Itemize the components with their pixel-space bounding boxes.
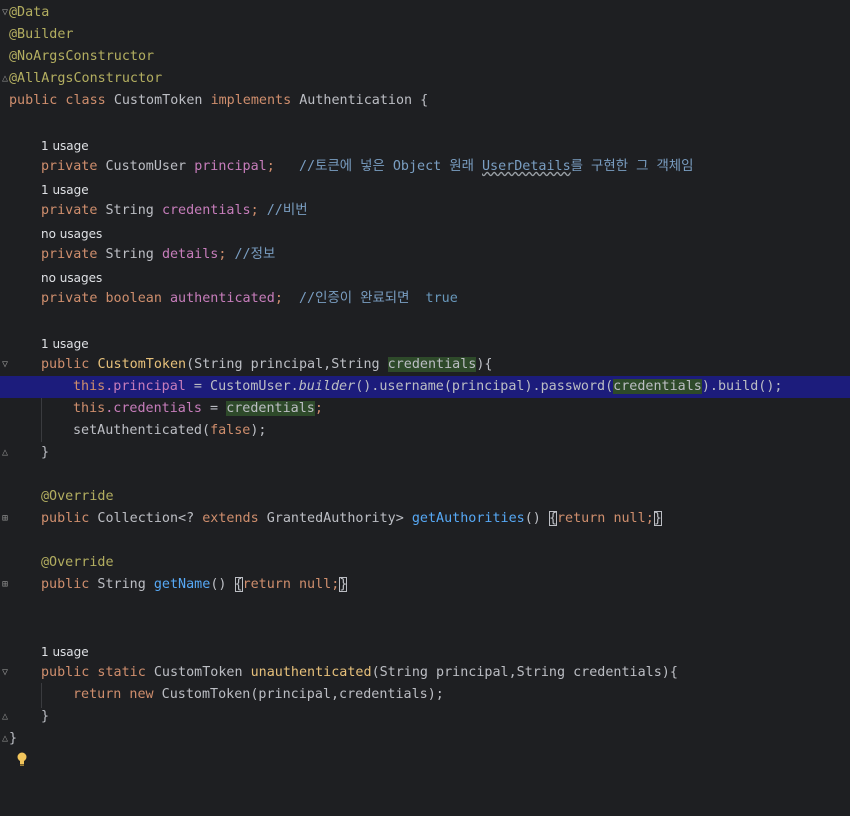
fold-marker-icon[interactable]: ▽ — [0, 358, 10, 372]
code-line[interactable]: △ } — [0, 706, 850, 728]
usage-hint[interactable]: 1 usage — [0, 135, 850, 157]
code-line[interactable]: @Data — [0, 2, 850, 24]
folded-brace[interactable]: { — [234, 577, 243, 592]
usage-hint[interactable]: 1 usage — [0, 641, 850, 663]
usage-hint[interactable]: 1 usage — [0, 333, 850, 355]
keyword: implements — [210, 93, 292, 108]
fold-marker-icon[interactable]: △ — [0, 446, 10, 460]
comment: 를 구현한 그 객체임 — [570, 159, 694, 174]
code-line-field[interactable]: private CustomUser principal; //토큰에 넣은 O… — [0, 156, 850, 178]
code-line-field[interactable]: private String details; //정보 — [0, 244, 850, 266]
method-name: getName — [153, 577, 211, 592]
interface-name: Authentication { — [299, 93, 429, 108]
comment-typo: UserDetails — [481, 159, 571, 174]
comment: //비번 — [266, 203, 308, 218]
annotation-allargs: @AllArgsConstructor — [9, 71, 163, 86]
folded-brace[interactable]: } — [339, 577, 348, 592]
annotation-builder: @Builder — [9, 27, 74, 42]
code-line[interactable]: return new CustomToken(principal,credent… — [0, 684, 850, 706]
folded-brace[interactable]: } — [653, 511, 662, 526]
symbol-highlight: credentials — [226, 401, 315, 416]
code-line-field[interactable]: private String credentials; //비번 — [0, 200, 850, 222]
comment: //토큰에 넣은 Object 원래 — [299, 159, 482, 174]
code-line-method[interactable]: ▽ public static CustomToken unauthentica… — [0, 662, 850, 684]
code-line-current[interactable]: this.principal = CustomUser.builder().us… — [0, 376, 850, 766]
code-line[interactable]: @Builder — [0, 24, 850, 46]
fold-marker-icon[interactable]: ⊞ — [0, 512, 10, 526]
code-line[interactable]: @Override — [0, 552, 850, 574]
usage-hint[interactable]: no usages — [0, 267, 850, 289]
comment: //정보 — [234, 247, 276, 262]
code-line[interactable]: △ } — [0, 442, 850, 464]
code-line[interactable]: @AllArgsConstructor — [0, 68, 850, 90]
comment: //인증이 완료되면 — [299, 291, 410, 306]
fold-marker-icon[interactable]: △ — [0, 710, 10, 724]
method-name: CustomToken — [97, 357, 187, 372]
fold-marker-icon[interactable]: ⊞ — [0, 578, 10, 592]
code-line-method[interactable]: ⊞ public Collection<? extends GrantedAut… — [0, 508, 850, 530]
code-line[interactable]: setAuthenticated(false); — [0, 420, 850, 442]
code-line-constructor[interactable]: ▽ public CustomToken(String principal,St… — [0, 354, 850, 376]
symbol-highlight: credentials — [387, 357, 477, 372]
code-line[interactable]: @Override — [0, 486, 850, 508]
class-name: CustomToken — [113, 93, 203, 108]
code-line[interactable]: this.credentials = credentials; — [0, 398, 850, 420]
usage-hint[interactable]: no usages — [0, 223, 850, 245]
method-name: unauthenticated — [250, 665, 372, 680]
code-line[interactable]: △ } — [0, 728, 850, 750]
annotation-noargs: @NoArgsConstructor — [9, 49, 155, 64]
code-line-field[interactable]: private boolean authenticated; //인증이 완료되… — [0, 288, 850, 310]
fold-marker-icon[interactable]: ▽ — [0, 666, 10, 680]
folded-brace[interactable]: { — [548, 511, 557, 526]
usage-hint[interactable]: 1 usage — [0, 179, 850, 201]
fold-marker-icon[interactable]: △ — [0, 72, 10, 86]
code-editor[interactable]: @Data @Builder @NoArgsConstructor @AllAr… — [0, 0, 850, 768]
method-name: getAuthorities — [411, 511, 525, 526]
code-line[interactable]: @NoArgsConstructor — [0, 46, 850, 68]
code-line-class-declaration[interactable]: public class CustomToken implements Auth… — [0, 90, 850, 112]
symbol-highlight: credentials — [613, 379, 702, 394]
comment: true — [425, 291, 458, 306]
fold-marker-icon[interactable]: ▽ — [0, 6, 10, 20]
code-line-method[interactable]: ⊞ public String getName() {return null;} — [0, 574, 850, 596]
annotation-data: @Data — [9, 5, 50, 20]
keyword: public class — [9, 93, 106, 108]
